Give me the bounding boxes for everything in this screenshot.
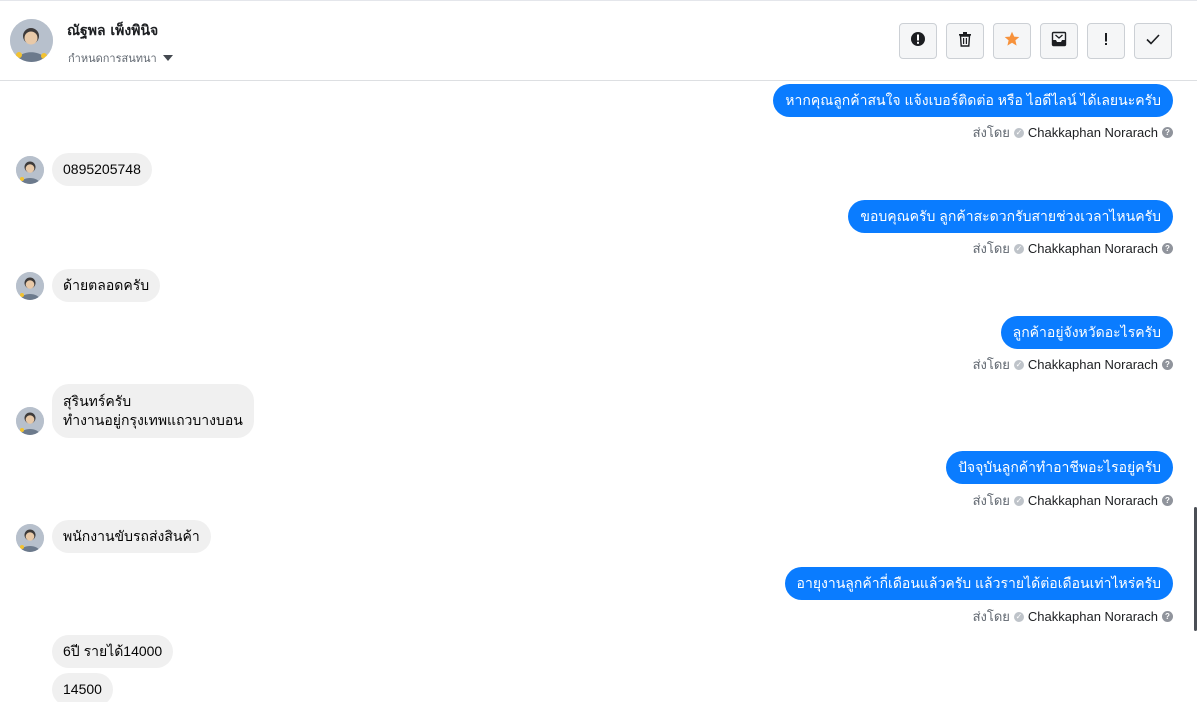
sender-avatar[interactable] [16, 272, 44, 300]
message-line: ทำงานอยู่กรุงเทพแถวบางบอน [63, 412, 243, 428]
agent-name[interactable]: Chakkaphan Norarach [1028, 241, 1158, 256]
outgoing-message[interactable]: อายุงานลูกค้ากี่เดือนแล้วครับ แล้วรายได้… [784, 567, 1173, 600]
incoming-message[interactable]: 6ปี รายได้14000 [52, 635, 174, 668]
help-icon[interactable]: ? [1162, 495, 1173, 506]
outgoing-message[interactable]: หากคุณลูกค้าสนใจ แจ้งเบอร์ติดต่อ หรือ ไอ… [773, 84, 1173, 117]
header-actions [899, 23, 1172, 59]
agent-mini-avatar-icon: ✓ [1013, 127, 1024, 138]
star-icon [1004, 31, 1020, 51]
contact-avatar[interactable] [10, 19, 53, 62]
sent-by-prefix: ส่งโดย [972, 357, 1010, 372]
assign-conversation-dropdown[interactable]: กำหนดการสนทนา [68, 49, 173, 67]
help-icon[interactable]: ? [1162, 611, 1173, 622]
exclamation-icon [1098, 31, 1114, 51]
sender-avatar[interactable] [16, 524, 44, 552]
agent-name[interactable]: Chakkaphan Norarach [1028, 609, 1158, 624]
sent-by-line: ส่งโดย ✓ Chakkaphan Norarach ? [973, 606, 1173, 627]
chevron-down-icon [162, 55, 173, 61]
alert-circle-icon [910, 31, 926, 51]
report-spam-button[interactable] [899, 23, 937, 59]
delete-button[interactable] [946, 23, 984, 59]
help-icon[interactable]: ? [1162, 359, 1173, 370]
agent-name[interactable]: Chakkaphan Norarach [1028, 493, 1158, 508]
flag-button[interactable] [1087, 23, 1125, 59]
message-line: สุรินทร์ครับ [63, 393, 132, 409]
agent-mini-avatar-icon: ✓ [1013, 611, 1024, 622]
messenger-window: ณัฐพล เพ็งพินิจ กำหนดการสนทนา หากคุณลูกค… [0, 0, 1197, 702]
sent-by-line: ส่งโดย ✓ Chakkaphan Norarach ? [973, 122, 1173, 143]
sent-by-prefix: ส่งโดย [972, 609, 1010, 624]
help-icon[interactable]: ? [1162, 127, 1173, 138]
sender-avatar[interactable] [16, 407, 44, 435]
help-icon[interactable]: ? [1162, 243, 1173, 254]
incoming-message[interactable]: 14500 [52, 673, 113, 702]
agent-mini-avatar-icon: ✓ [1013, 495, 1024, 506]
outgoing-message[interactable]: ปัจจุบันลูกค้าทำอาชีพอะไรอยู่ครับ [946, 451, 1173, 484]
sent-by-line: ส่งโดย ✓ Chakkaphan Norarach ? [973, 238, 1173, 259]
sent-by-line: ส่งโดย ✓ Chakkaphan Norarach ? [973, 354, 1173, 375]
outgoing-message[interactable]: ลูกค้าอยู่จังหวัดอะไรครับ [1000, 316, 1173, 349]
agent-name[interactable]: Chakkaphan Norarach [1028, 357, 1158, 372]
contact-name[interactable]: ณัฐพล เพ็งพินิจ [67, 20, 158, 42]
message-thread: หากคุณลูกค้าสนใจ แจ้งเบอร์ติดต่อ หรือ ไอ… [0, 81, 1197, 702]
agent-mini-avatar-icon: ✓ [1013, 243, 1024, 254]
conversation-header: ณัฐพล เพ็งพินิจ กำหนดการสนทนา [0, 0, 1197, 81]
outgoing-message[interactable]: ขอบคุณครับ ลูกค้าสะดวกรับสายช่วงเวลาไหนค… [848, 200, 1173, 233]
assign-label: กำหนดการสนทนา [68, 52, 157, 65]
star-button[interactable] [993, 23, 1031, 59]
incoming-message[interactable]: พนักงานขับรถส่งสินค้า [52, 520, 211, 553]
check-icon [1145, 31, 1161, 51]
agent-name[interactable]: Chakkaphan Norarach [1028, 125, 1158, 140]
sender-avatar[interactable] [16, 156, 44, 184]
trash-icon [957, 31, 973, 51]
incoming-message[interactable]: 0895205748 [52, 153, 152, 186]
incoming-message[interactable]: สุรินทร์ครับ ทำงานอยู่กรุงเทพแถวบางบอน [52, 384, 254, 438]
incoming-message[interactable]: ด้ายตลอดครับ [52, 269, 161, 302]
sent-by-prefix: ส่งโดย [972, 241, 1010, 256]
sent-by-line: ส่งโดย ✓ Chakkaphan Norarach ? [973, 490, 1173, 511]
agent-mini-avatar-icon: ✓ [1013, 359, 1024, 370]
sent-by-prefix: ส่งโดย [972, 125, 1010, 140]
mark-done-button[interactable] [1134, 23, 1172, 59]
sent-by-prefix: ส่งโดย [972, 493, 1010, 508]
mark-unread-button[interactable] [1040, 23, 1078, 59]
inbox-icon [1051, 31, 1067, 51]
